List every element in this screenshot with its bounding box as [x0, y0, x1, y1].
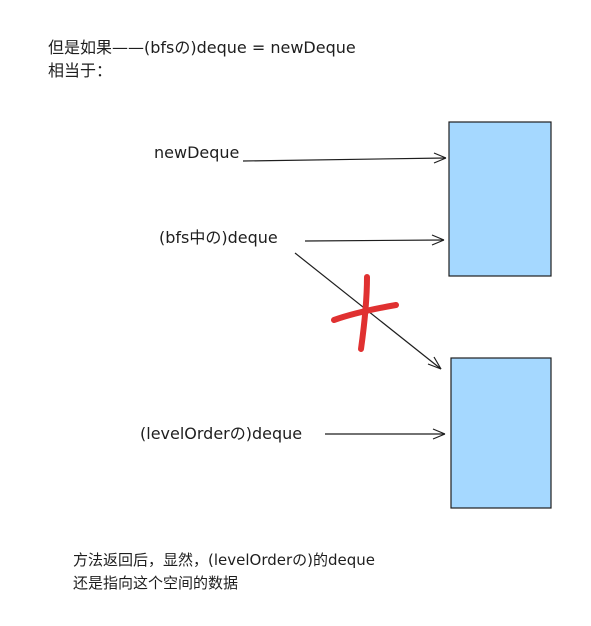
header-line-1: 但是如果——(bfsの)deque = newDeque	[48, 38, 356, 57]
levelorder-deque-label: (levelOrderの)deque	[140, 424, 303, 443]
bfs-deque-arrow	[304, 234, 445, 246]
red-cross-mark	[331, 274, 399, 352]
footer-line-2: 还是指向这个空间的数据	[73, 574, 239, 592]
diagram-graphics	[242, 121, 552, 509]
header-line-2: 相当于：	[48, 61, 113, 80]
new-deque-label: newDeque	[154, 143, 240, 162]
levelorder-deque-arrow	[325, 428, 446, 440]
bottom-memory-box	[450, 357, 552, 509]
diagram-canvas: 但是如果——(bfsの)deque = newDeque 相当于： newDeq…	[0, 0, 591, 626]
top-memory-box	[448, 121, 552, 277]
bfs-deque-label: (bfs中の)deque	[159, 228, 278, 247]
new-deque-arrow	[242, 152, 447, 164]
footer-line-1: 方法返回后，显然，(levelOrderの)的deque	[73, 551, 376, 569]
